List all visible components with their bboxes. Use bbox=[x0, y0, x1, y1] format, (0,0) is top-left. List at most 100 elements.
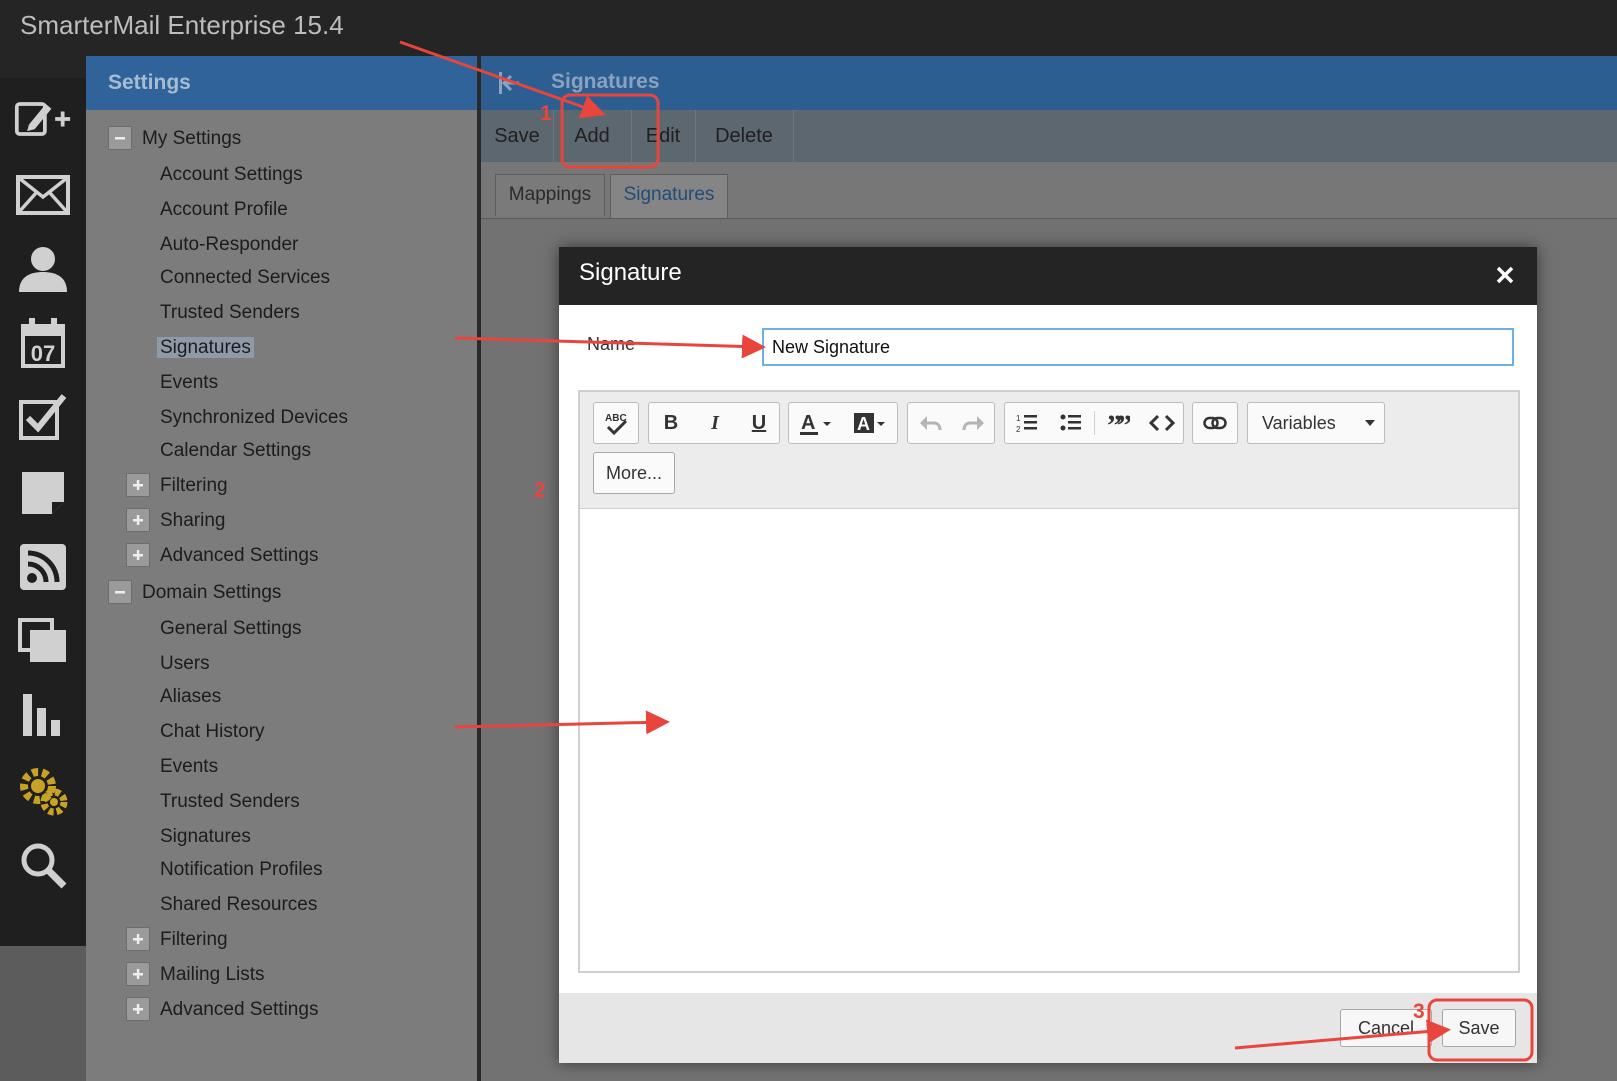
expand-domain-advanced-settings-icon[interactable] bbox=[126, 997, 150, 1021]
expand-domain-filtering-icon[interactable] bbox=[126, 927, 150, 951]
svg-text:”: ” bbox=[1117, 413, 1130, 433]
italic-icon[interactable]: I bbox=[693, 403, 737, 443]
expand-advanced-settings-icon[interactable] bbox=[126, 543, 150, 567]
bullet-list-icon[interactable] bbox=[1049, 403, 1093, 443]
bold-icon[interactable]: B bbox=[649, 403, 693, 443]
underline-icon[interactable]: U bbox=[737, 403, 781, 443]
save-button[interactable]: Save bbox=[1442, 1009, 1516, 1047]
name-label: Name bbox=[587, 334, 636, 354]
tasks-icon[interactable] bbox=[14, 388, 72, 446]
tree-node-advanced-settings[interactable]: Advanced Settings bbox=[160, 545, 318, 567]
toolbar-save-button[interactable]: Save bbox=[481, 110, 554, 162]
tabs-row: Mappings Signatures bbox=[481, 162, 1617, 219]
tree-item-trusted-senders[interactable]: Trusted Senders bbox=[160, 302, 300, 324]
variables-dropdown[interactable]: Variables bbox=[1247, 402, 1385, 444]
svg-text:1: 1 bbox=[1016, 414, 1021, 423]
tree-item-notification-profiles[interactable]: Notification Profiles bbox=[160, 859, 323, 881]
contacts-icon[interactable] bbox=[14, 240, 72, 298]
expand-sharing-icon[interactable] bbox=[126, 508, 150, 532]
text-color-icon[interactable]: A bbox=[789, 403, 843, 443]
expand-mailing-lists-icon[interactable] bbox=[126, 962, 150, 986]
color-group: A A bbox=[788, 402, 898, 444]
tree-node-domain-filtering[interactable]: Filtering bbox=[160, 929, 228, 951]
tab-signatures[interactable]: Signatures bbox=[610, 174, 728, 218]
tree-item-connected-services[interactable]: Connected Services bbox=[160, 267, 330, 289]
toolbar-delete-button[interactable]: Delete bbox=[695, 110, 794, 162]
calendar-day-text: 07 bbox=[31, 341, 55, 366]
blockquote-icon[interactable]: ”” bbox=[1096, 403, 1140, 443]
mail-icon[interactable] bbox=[14, 166, 72, 224]
settings-panel: Settings My Settings Account Settings Ac… bbox=[86, 56, 478, 1081]
tree-node-my-settings[interactable]: My Settings bbox=[142, 128, 241, 150]
search-icon[interactable] bbox=[14, 836, 72, 894]
spellcheck-icon[interactable]: ABC bbox=[594, 403, 638, 443]
tree-item-aliases[interactable]: Aliases bbox=[160, 686, 221, 708]
tree-item-account-settings[interactable]: Account Settings bbox=[160, 164, 303, 186]
svg-text:A: A bbox=[801, 412, 815, 434]
variables-label: Variables bbox=[1262, 412, 1336, 433]
expand-filtering-icon[interactable] bbox=[126, 473, 150, 497]
editor-content-area[interactable] bbox=[580, 509, 1518, 971]
tree-item-general-settings[interactable]: General Settings bbox=[160, 618, 302, 640]
tree-node-domain-advanced-settings[interactable]: Advanced Settings bbox=[160, 999, 318, 1021]
signature-name-input[interactable] bbox=[762, 328, 1514, 366]
toolbar-edit-button[interactable]: Edit bbox=[631, 110, 696, 162]
dialog-footer: Cancel Save bbox=[559, 993, 1537, 1063]
svg-text:A: A bbox=[857, 414, 870, 434]
dialog-title: Signature bbox=[579, 259, 682, 286]
history-group bbox=[907, 402, 995, 444]
main-header: Signatures bbox=[481, 56, 1617, 110]
background-color-icon[interactable]: A bbox=[843, 403, 897, 443]
reports-icon[interactable] bbox=[14, 686, 72, 744]
file-storage-icon[interactable] bbox=[14, 612, 72, 670]
tree-item-auto-responder[interactable]: Auto-Responder bbox=[160, 234, 298, 256]
collapse-panel-icon[interactable] bbox=[497, 70, 523, 101]
tree-node-filtering[interactable]: Filtering bbox=[160, 475, 228, 497]
tree-item-events[interactable]: Events bbox=[160, 372, 218, 394]
close-icon[interactable] bbox=[1487, 257, 1523, 293]
format-group: B I U bbox=[648, 402, 780, 444]
svg-text:2: 2 bbox=[1016, 425, 1021, 434]
code-view-icon[interactable] bbox=[1140, 403, 1184, 443]
more-button[interactable]: More... bbox=[593, 452, 675, 494]
toolbar-separator bbox=[1094, 411, 1095, 435]
link-icon[interactable] bbox=[1193, 403, 1237, 443]
settings-panel-title: Settings bbox=[86, 56, 478, 110]
tree-node-mailing-lists[interactable]: Mailing Lists bbox=[160, 964, 265, 986]
undo-icon[interactable] bbox=[908, 403, 952, 443]
tree-item-chat-history[interactable]: Chat History bbox=[160, 721, 265, 743]
tree-item-domain-events[interactable]: Events bbox=[160, 756, 218, 778]
calendar-icon[interactable]: 07 bbox=[14, 314, 72, 372]
collapse-domain-settings-icon[interactable] bbox=[108, 580, 132, 604]
tree-item-domain-signatures[interactable]: Signatures bbox=[160, 826, 251, 848]
link-group bbox=[1192, 402, 1238, 444]
rss-icon[interactable] bbox=[14, 538, 72, 596]
block-group: 12 ”” bbox=[1004, 402, 1184, 444]
chevron-down-icon bbox=[1360, 403, 1380, 443]
tree-item-shared-resources[interactable]: Shared Resources bbox=[160, 894, 317, 916]
tree-item-account-profile[interactable]: Account Profile bbox=[160, 199, 288, 221]
signature-editor: ABC B I U A A 1 2 ” Variables More... bbox=[578, 390, 1520, 973]
cancel-button[interactable]: Cancel bbox=[1340, 1009, 1432, 1047]
dialog-header: Signature bbox=[559, 247, 1537, 305]
app-icon-bar: 07 bbox=[0, 78, 86, 946]
notes-icon[interactable] bbox=[14, 464, 72, 522]
tree-node-sharing[interactable]: Sharing bbox=[160, 510, 226, 532]
settings-gear-icon[interactable] bbox=[14, 762, 72, 820]
toolbar-add-button[interactable]: Add bbox=[553, 110, 632, 162]
main-toolbar: Save Add Edit Delete bbox=[481, 110, 1617, 163]
editor-toolbar: ABC B I U A A 1 2 ” Variables More... bbox=[580, 392, 1518, 509]
tree-item-domain-trusted-senders[interactable]: Trusted Senders bbox=[160, 791, 300, 813]
collapse-my-settings-icon[interactable] bbox=[108, 126, 132, 150]
redo-icon[interactable] bbox=[952, 403, 996, 443]
tree-item-users[interactable]: Users bbox=[160, 653, 210, 675]
tree-node-domain-settings[interactable]: Domain Settings bbox=[142, 582, 281, 604]
compose-icon[interactable] bbox=[14, 90, 72, 148]
numbered-list-icon[interactable]: 12 bbox=[1005, 403, 1049, 443]
tree-item-calendar-settings[interactable]: Calendar Settings bbox=[160, 440, 311, 462]
app-title: SmarterMail Enterprise 15.4 bbox=[20, 10, 344, 40]
tree-item-signatures-selected[interactable]: Signatures bbox=[157, 337, 254, 359]
tree-item-synchronized-devices[interactable]: Synchronized Devices bbox=[160, 407, 348, 429]
tab-mappings[interactable]: Mappings bbox=[495, 174, 605, 216]
icon-bar-footer bbox=[0, 946, 86, 1081]
